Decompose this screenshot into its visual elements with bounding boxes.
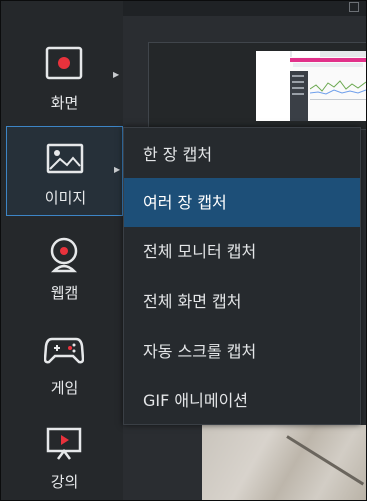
lecture-icon xyxy=(46,427,82,460)
menu-item-full-monitor-capture[interactable]: 전체 모니터 캡처 xyxy=(124,227,360,276)
image-icon xyxy=(46,143,84,174)
sidebar-item-label: 웹캠 xyxy=(50,284,79,302)
menu-item-single-capture[interactable]: 한 장 캡처 xyxy=(124,130,360,179)
preview-photo xyxy=(202,425,367,501)
window-control-icon[interactable] xyxy=(349,2,359,12)
menu-item-auto-scroll-capture[interactable]: 자동 스크롤 캡처 xyxy=(124,327,360,376)
gamepad-icon xyxy=(44,337,84,364)
sidebar-item-label: 화면 xyxy=(50,94,79,112)
sidebar-item-label: 강의 xyxy=(50,473,79,491)
submenu-arrow-icon: ▶ xyxy=(113,70,120,79)
sidebar-item-lecture[interactable]: 강의 xyxy=(6,411,123,501)
preview-top-strip xyxy=(123,0,367,16)
thumbnail-webpage-image xyxy=(290,51,367,121)
sidebar-item-image[interactable]: ▶ 이미지 xyxy=(6,126,123,216)
sidebar: ▶ 화면 ▶ 이미지 웹캠 게임 강의 xyxy=(0,0,123,501)
sidebar-item-screen[interactable]: ▶ 화면 xyxy=(6,32,123,122)
menu-item-full-screen-capture[interactable]: 전체 화면 캡처 xyxy=(124,277,360,326)
menu-item-multi-capture[interactable]: 여러 장 캡처 xyxy=(124,178,360,227)
sidebar-item-game[interactable]: 게임 xyxy=(6,317,123,407)
sidebar-item-label: 이미지 xyxy=(44,189,87,207)
sidebar-item-label: 게임 xyxy=(50,379,79,397)
screen-record-icon xyxy=(45,46,83,80)
webcam-icon xyxy=(50,237,78,273)
thumbnail-blank-region xyxy=(256,51,290,121)
submenu-arrow-icon: ▶ xyxy=(114,165,121,174)
image-capture-menu: 한 장 캡처 여러 장 캡처 전체 모니터 캡처 전체 화면 캡처 자동 스크롤… xyxy=(123,127,361,425)
sidebar-item-webcam[interactable]: 웹캠 xyxy=(6,222,123,312)
capture-thumbnail[interactable] xyxy=(148,42,367,130)
menu-item-gif-animation[interactable]: GIF 애니메이션 xyxy=(124,376,360,425)
